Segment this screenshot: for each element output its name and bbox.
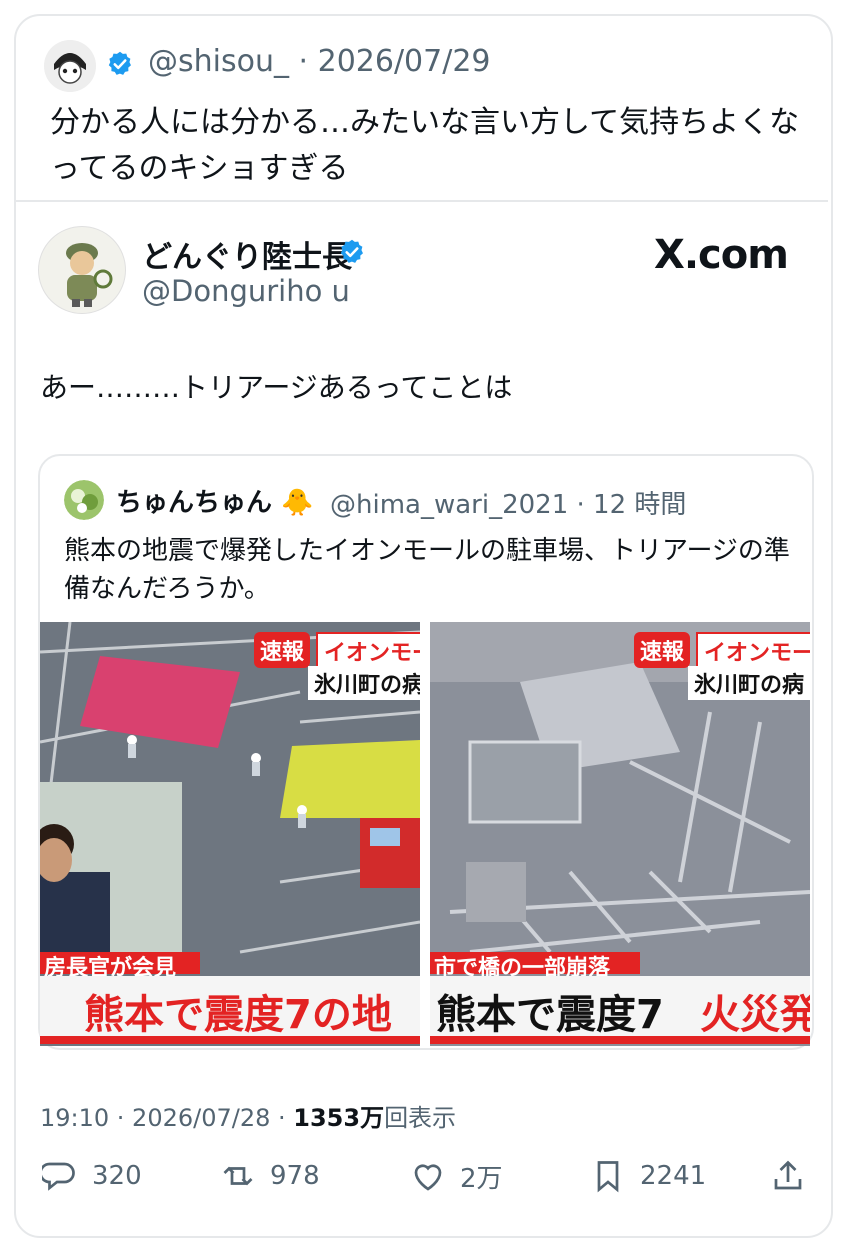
share-icon [774,1160,802,1190]
avatar[interactable] [38,226,126,314]
news-photo-right[interactable]: 速報 イオンモー 氷川町の病 市で橋の一部崩落 熊本で震度7 火災発 [430,622,810,1046]
repost-button[interactable]: 978 [220,1158,320,1194]
top-tweet-date[interactable]: · 2026/07/29 [299,44,491,79]
news-headline: 熊本で震度7 [436,992,664,1038]
repost-count: 978 [270,1161,320,1191]
news-photo-left[interactable]: 速報 イオンモー 氷川町の病 房長官が会見 熊本で震度7の地 [40,622,420,1046]
top-tweet-meta: @shisou_ · 2026/07/29 [148,44,491,79]
tweet-meta: 19:10 · 2026/07/28 · 1353万回表示 [40,1098,456,1133]
bookmark-icon [597,1161,619,1193]
breaking-news-tag: 速報 [254,632,311,668]
news-tag: イオンモー [696,632,810,670]
repost-icon [223,1166,253,1186]
news-tag: 氷川町の病 [688,666,810,700]
x-com-logo[interactable]: X.com [654,232,789,278]
view-count: 1353 [293,1104,361,1132]
view-count-unit: 万 [360,1104,385,1132]
quoted-display-name[interactable]: ちゅんちゅん 🐥 [116,482,313,519]
embedded-display-name[interactable]: どんぐり陸士長 [142,232,352,276]
breaking-news-tag: 速報 [634,632,691,668]
heart-icon [414,1163,442,1191]
reply-count: 320 [92,1161,142,1191]
reply-button[interactable]: 320 [42,1158,142,1194]
like-button[interactable]: 2万 [410,1158,503,1195]
news-headline: 熊本で震度7の地 [84,992,392,1038]
like-count: 2万 [460,1164,503,1194]
quoted-handle[interactable]: @hima_wari_2021 · 12 時間 [330,484,686,521]
avatar[interactable] [64,480,104,520]
news-bottom-bar [40,1036,420,1044]
reply-icon [42,1162,75,1191]
share-button[interactable] [770,1158,806,1194]
divider [16,200,828,202]
tweet-timestamp[interactable]: 19:10 · 2026/07/28 · [40,1104,293,1132]
bookmark-count: 2241 [640,1161,707,1191]
news-bottom-bar [430,1036,810,1044]
embedded-handle[interactable]: @Donguriho u [142,274,350,308]
top-tweet-handle[interactable]: @shisou_ [148,44,289,79]
news-tag: 氷川町の病 [308,666,420,700]
top-tweet-text: 分かる人には分かる…みたいな言い方して気持ちよくなってるのキショすぎる [50,105,800,186]
news-tag: イオンモー [316,632,420,670]
bookmark-button[interactable]: 2241 [590,1158,706,1194]
verified-badge-icon [340,239,363,263]
avatar[interactable] [44,40,96,92]
view-label: 回表示 [384,1104,457,1132]
embedded-tweet-text: あー………トリアージあるってことは [40,371,513,404]
chick-emoji-icon: 🐥 [281,488,314,518]
news-headline-2: 火災発 [700,992,810,1038]
verified-badge-icon [108,51,131,75]
quoted-tweet-text: 熊本の地震で爆発したイオンモールの駐車場、トリアージの準備なんだろうか。 [64,536,790,604]
